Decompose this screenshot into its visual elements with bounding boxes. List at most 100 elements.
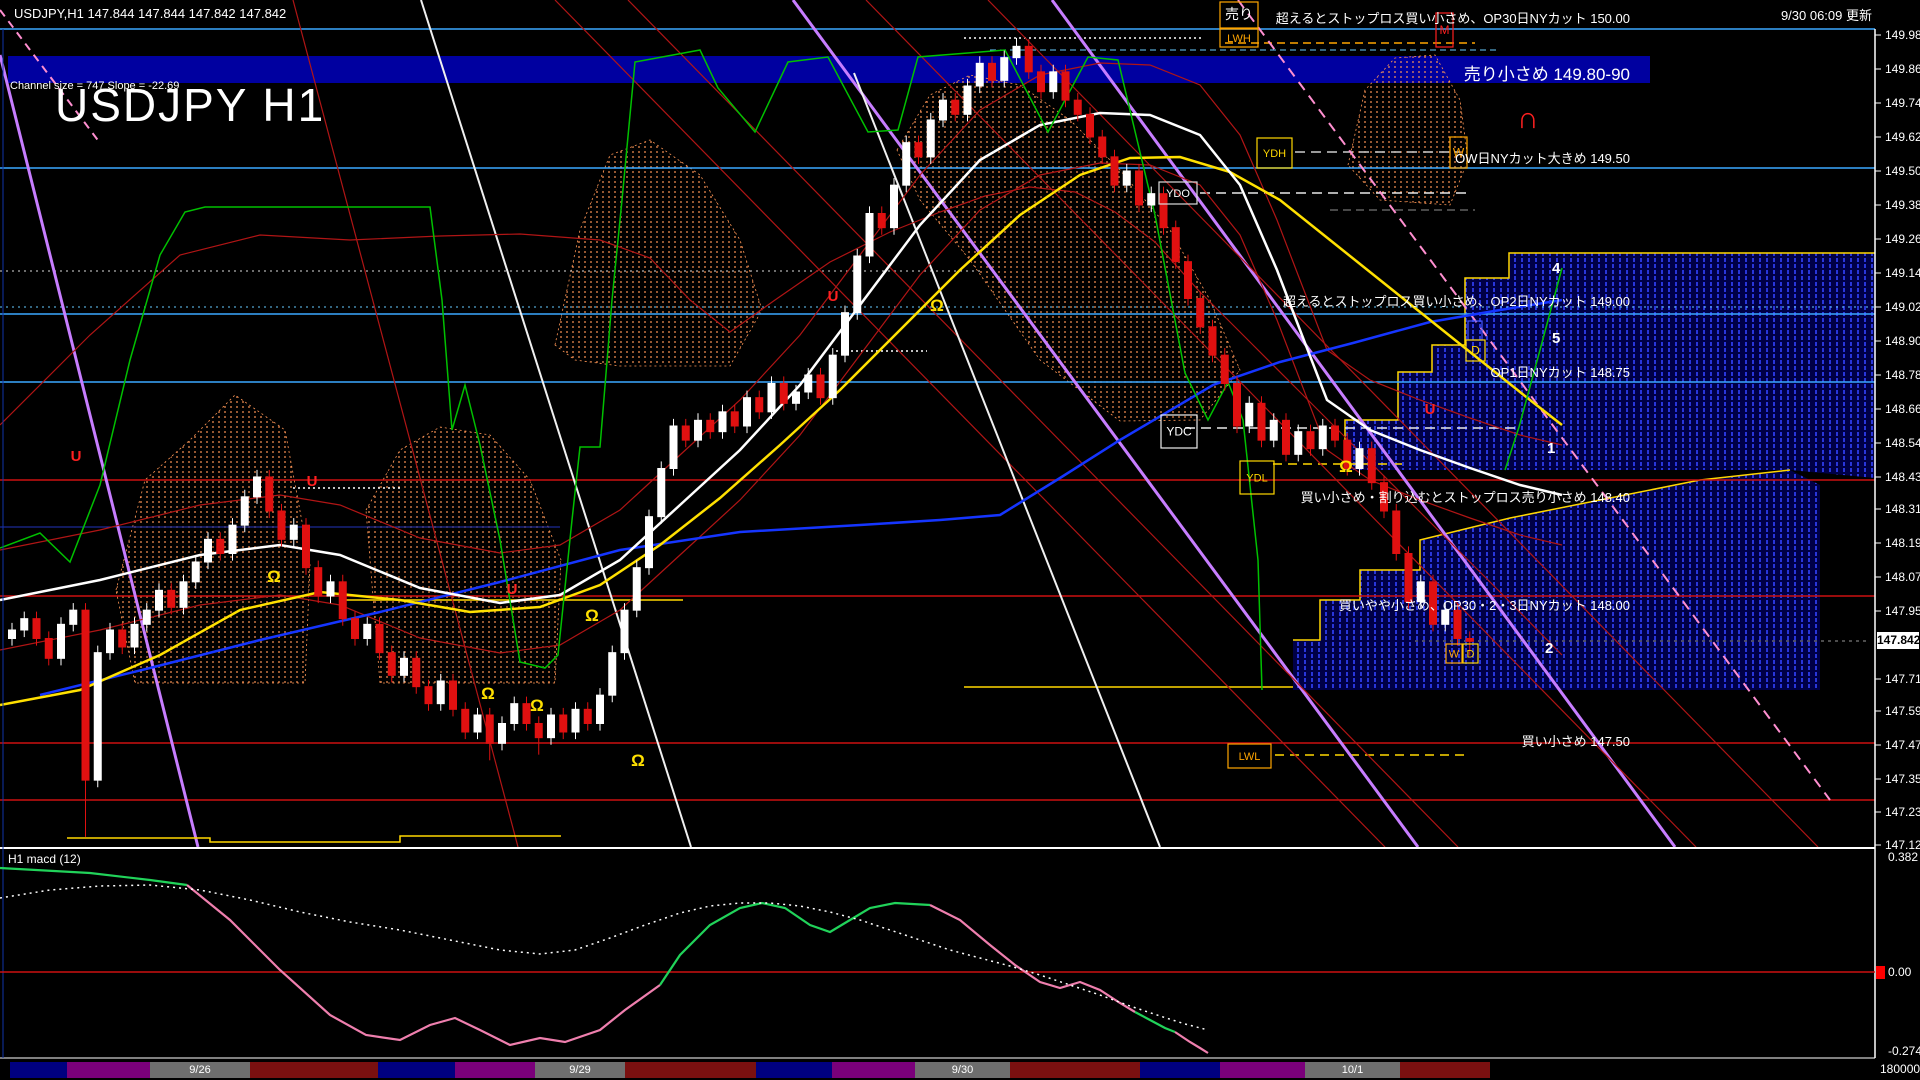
omega-marker-icon: Ω xyxy=(631,751,645,770)
price-axis-label: 149.500 xyxy=(1885,164,1920,178)
level-label-text: W xyxy=(1449,649,1460,661)
macd-axis-label: 0.00 xyxy=(1888,965,1912,979)
price-axis-label: 148.545 xyxy=(1885,436,1920,450)
price-axis-label: 147.950 xyxy=(1885,604,1920,618)
price-axis-label: 149.025 xyxy=(1885,300,1920,314)
level-label-text: LWL xyxy=(1239,751,1261,763)
level-label-text: D xyxy=(1471,344,1480,358)
macd-signal-line xyxy=(0,884,1209,1031)
u-marker-icon: U xyxy=(1425,401,1436,418)
level-label-text: YDO xyxy=(1166,188,1190,200)
date-segment xyxy=(832,1062,915,1078)
u-marker-icon: U xyxy=(307,473,318,490)
price-axis-label: 149.380 xyxy=(1885,198,1920,212)
u-marker-icon: U xyxy=(828,288,839,305)
price-axis-label: 148.430 xyxy=(1885,470,1920,484)
date-segment xyxy=(1400,1062,1490,1078)
level-label-text: 売り xyxy=(1225,6,1253,22)
trend-line xyxy=(292,0,519,847)
macd-axis-label: 0.382 xyxy=(1888,850,1918,864)
price-axis-label: 148.785 xyxy=(1885,368,1920,382)
date-segment: 10/1 xyxy=(1305,1062,1400,1078)
chart-window[interactable]: Ω Ω Ω Ω Ω Ω Ω U U U U U ∩ 売り LWH M YDH W YDO YDC YDL D LWL W D 14… xyxy=(0,0,1920,1080)
omega-marker-icon: Ω xyxy=(481,684,495,703)
omega-marker-icon: Ω xyxy=(267,567,281,586)
date-segment: 9/26 xyxy=(150,1062,250,1078)
level-label-text: YDC xyxy=(1166,425,1192,439)
macd-line xyxy=(1134,1011,1176,1034)
price-axis-label: 148.310 xyxy=(1885,502,1920,516)
date-segment xyxy=(378,1062,455,1078)
u-marker-icon: U xyxy=(71,448,82,465)
date-segment xyxy=(625,1062,756,1078)
sell-zone-banner-label: 売り小さめ 149.80-90 xyxy=(1463,65,1630,84)
macd-line xyxy=(186,884,661,1047)
macd-panel[interactable]: 0.382 0.00 -0.274 xyxy=(0,850,1920,1058)
current-price-tag: 147.842 xyxy=(1877,632,1920,649)
price-axis-label: 147.475 xyxy=(1885,738,1920,752)
count-label: 4 xyxy=(1552,260,1561,277)
window-title: USDJPY,H1 147.844 147.844 147.842 147.84… xyxy=(14,6,287,21)
macd-line xyxy=(1174,1031,1209,1054)
date-label: 9/29 xyxy=(569,1064,591,1076)
ichimoku-cloud-orange xyxy=(896,74,1241,422)
price-axis-label: 147.595 xyxy=(1885,704,1920,718)
arc-marker-icon: ∩ xyxy=(1517,102,1539,135)
count-label: 1 xyxy=(1547,440,1556,457)
price-axis-label: 148.190 xyxy=(1885,536,1920,550)
update-timestamp: 9/30 06:09 更新 xyxy=(1780,8,1872,23)
date-segment xyxy=(1220,1062,1305,1078)
date-segment xyxy=(455,1062,535,1078)
level-label-text: YDH xyxy=(1263,148,1286,160)
order-annotation: 買いやや小さめ、OP30・2・3日NYカット 148.00 xyxy=(1338,598,1630,613)
count-label: 2 xyxy=(1545,640,1554,657)
ichimoku-cloud-orange xyxy=(554,139,763,367)
order-annotation: 超えるとストップロス買い小さめ、OP30日NYカット 150.00 xyxy=(1275,11,1630,26)
order-annotation: 超えるとストップロス買い小さめ、OP2日NYカット 149.00 xyxy=(1282,294,1630,309)
symbol-timeframe-watermark: USDJPY H1 xyxy=(55,79,326,131)
level-label-text: YDL xyxy=(1246,473,1267,485)
date-label: 9/30 xyxy=(951,1064,974,1076)
volume-label: 180000 xyxy=(1880,1062,1920,1076)
price-axis-label: 149.620 xyxy=(1885,130,1920,144)
level-label-text: D xyxy=(1467,649,1475,661)
price-axis-label: 149.860 xyxy=(1885,62,1920,76)
ichimoku-cloud-orange xyxy=(365,426,562,684)
price-axis-label: 148.665 xyxy=(1885,402,1920,416)
date-segment xyxy=(1140,1062,1220,1078)
omega-marker-icon: Ω xyxy=(585,606,599,625)
macd-axis-label: -0.274 xyxy=(1888,1044,1920,1058)
date-segment: 9/30 xyxy=(915,1062,1010,1078)
u-marker-icon: U xyxy=(507,581,518,598)
price-axis-label: 149.145 xyxy=(1885,266,1920,280)
price-axis-label: 148.070 xyxy=(1885,570,1920,584)
count-label: 5 xyxy=(1552,330,1561,347)
date-label: 10/1 xyxy=(1341,1064,1364,1076)
price-axis-label: 148.905 xyxy=(1885,334,1920,348)
price-axis-label: 149.980 xyxy=(1885,28,1920,42)
date-segment xyxy=(250,1062,378,1078)
price-axis-label: 149.740 xyxy=(1885,96,1920,110)
order-annotation: 買い小さめ・割り込むとストップロス売り小さめ 148.40 xyxy=(1300,490,1630,505)
date-segment xyxy=(756,1062,832,1078)
yellow-step-line xyxy=(67,835,561,843)
order-annotation: OP1日NYカット 148.75 xyxy=(1490,365,1630,380)
price-axis-label: 147.235 xyxy=(1885,805,1920,819)
macd-indicator-label: H1 macd (12) xyxy=(8,852,81,866)
order-annotation: 買い小さめ 147.50 xyxy=(1521,734,1630,749)
date-segment xyxy=(67,1062,150,1078)
price-axis-label: 147.715 xyxy=(1885,672,1920,686)
omega-marker-icon: Ω xyxy=(1339,457,1353,476)
price-axis-label: 147.355 xyxy=(1885,772,1920,786)
macd-line xyxy=(929,904,1136,1013)
date-segment: 9/29 xyxy=(535,1062,625,1078)
omega-marker-icon: Ω xyxy=(930,296,944,315)
omega-marker-icon: Ω xyxy=(530,696,544,715)
price-axis-label: 149.260 xyxy=(1885,232,1920,246)
macd-line xyxy=(0,866,188,887)
trend-line xyxy=(791,0,1420,847)
order-annotation: OW日NYカット大きめ 149.50 xyxy=(1455,151,1630,166)
level-label-text: LWH xyxy=(1227,33,1251,45)
date-label: 9/26 xyxy=(189,1064,211,1076)
price-chart-canvas[interactable]: ΩΩΩΩΩΩΩUUUUU∩売りLWHMYDH WYDOYDCYDLDLWLW D14… xyxy=(0,0,1920,1080)
